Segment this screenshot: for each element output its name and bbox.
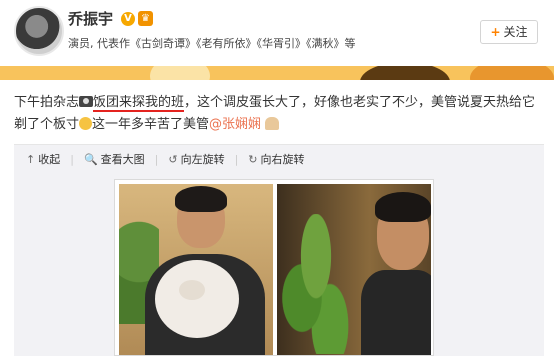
media-toolbar: ↑ 收起 | 🔍 查看大图 | ↺ 向左旋转 | ↻ 向右旋转 xyxy=(26,151,305,167)
photo-right-panel xyxy=(277,184,431,355)
follow-label: 关注 xyxy=(503,25,528,39)
collapse-icon: ↑ xyxy=(26,153,36,166)
mention-link[interactable]: @张娴娴 xyxy=(209,117,261,132)
post-text: 下午拍杂志 饭团来探我的班，这个调皮蛋长大了，好像也老实了不少，美管说夏天热给它剃… xyxy=(14,92,544,136)
rotate-left-button[interactable]: ↺ 向左旋转 xyxy=(168,151,224,167)
post-body: 下午拍杂志 饭团来探我的班，这个调皮蛋长大了，好像也老实了不少，美管说夏天热给它剃… xyxy=(0,80,554,356)
camera-icon xyxy=(79,96,94,107)
rotate-left-icon: ↺ xyxy=(168,153,178,166)
collapse-button[interactable]: ↑ 收起 xyxy=(26,151,60,167)
user-bio: 演员, 代表作《古剑奇谭》《老有所依》《华胥引》《满秋》等 xyxy=(68,37,356,50)
pray-emoji-icon xyxy=(265,117,280,130)
plus-icon: + xyxy=(490,25,501,39)
collapse-label: 收起 xyxy=(38,153,61,166)
post-photo[interactable] xyxy=(114,179,434,356)
decorative-banner xyxy=(0,66,554,80)
rotate-right-button[interactable]: ↻ 向右旋转 xyxy=(248,151,304,167)
post-header: 乔振宇 V ♛ 演员, 代表作《古剑奇谭》《老有所依》《华胥引》《满秋》等 + 关… xyxy=(0,0,554,68)
smile-emoji-icon xyxy=(79,117,93,130)
rotate-right-icon: ↻ xyxy=(248,153,258,166)
member-badge-icon: ♛ xyxy=(138,11,153,26)
follow-button[interactable]: + 关注 xyxy=(480,20,538,44)
username[interactable]: 乔振宇 xyxy=(68,8,113,29)
post-text-part1: 下午拍杂志 xyxy=(14,95,80,110)
post-text-highlight: 饭团来探我的班 xyxy=(93,95,185,112)
avatar[interactable] xyxy=(14,6,64,56)
verified-badge-icon: V xyxy=(121,12,135,26)
rotate-left-label: 向左旋转 xyxy=(180,153,225,166)
photo-left-panel xyxy=(119,184,273,355)
rotate-right-label: 向右旋转 xyxy=(260,153,305,166)
media-box: ↑ 收起 | 🔍 查看大图 | ↺ 向左旋转 | ↻ 向右旋转 xyxy=(14,144,544,356)
post-text-part3: 这一年多辛苦了美管 xyxy=(92,117,210,132)
magnifier-icon: 🔍 xyxy=(83,153,98,166)
view-large-button[interactable]: 🔍 查看大图 xyxy=(84,151,145,167)
view-large-label: 查看大图 xyxy=(100,153,145,166)
